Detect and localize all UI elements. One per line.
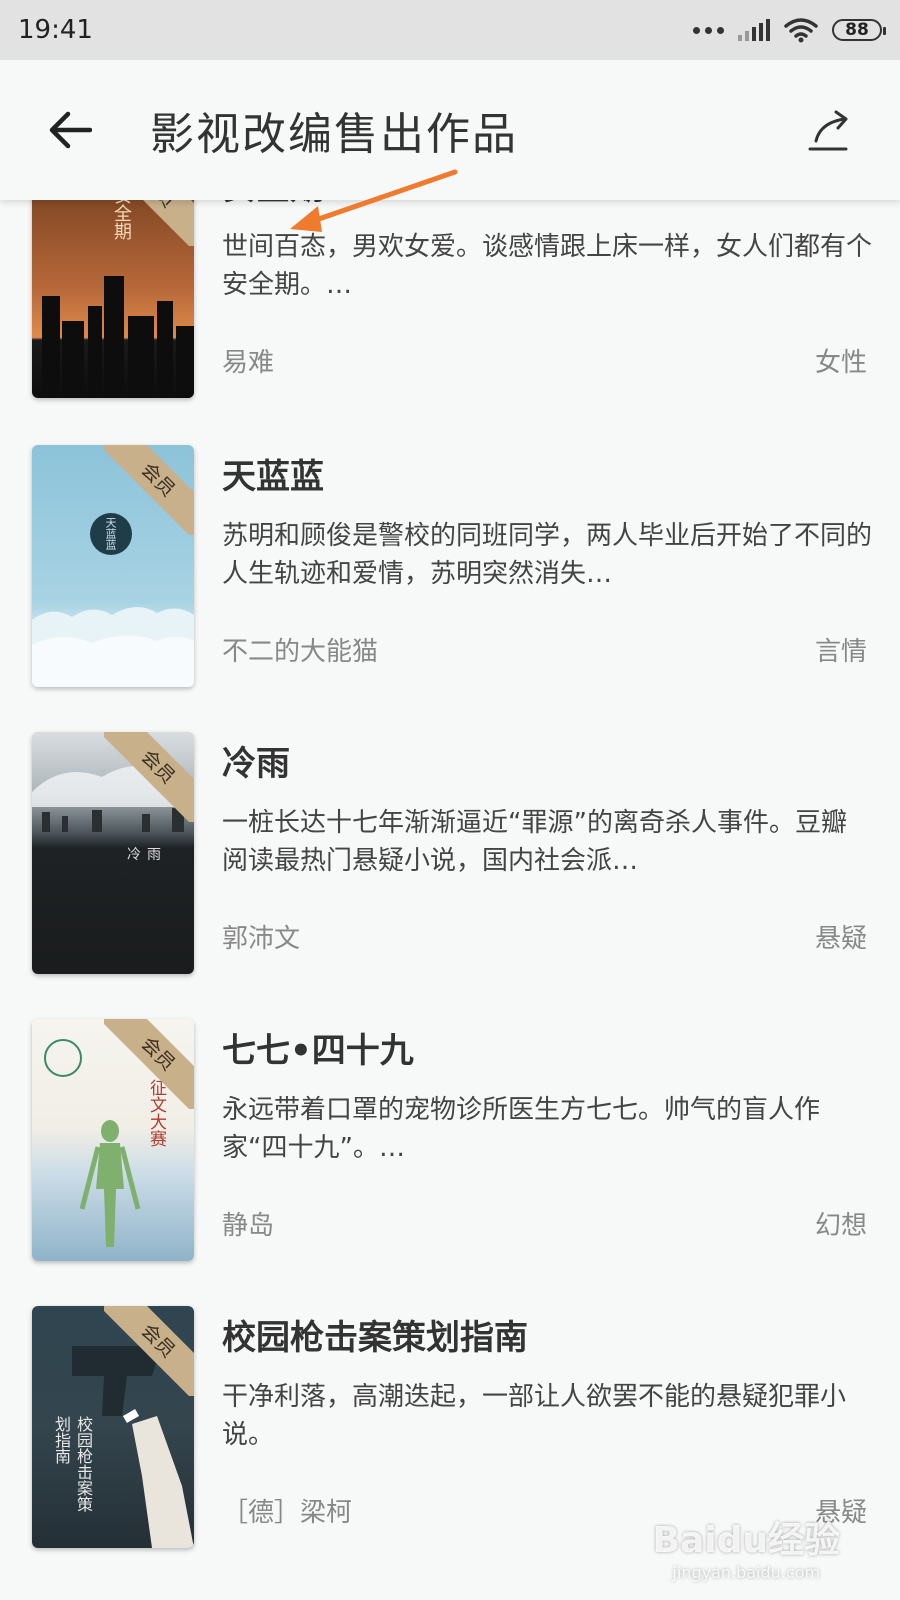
vip-badge: 会员 [104,445,194,535]
list-item[interactable]: 天蓝蓝 会员 天蓝蓝 苏明和顾俊是警校的同班同学，两人毕业后开始了不同的人生轨迹… [0,445,900,705]
more-notifications-icon [693,26,724,34]
battery-icon: 88 [832,19,886,41]
battery-level: 88 [845,20,869,40]
baidu-watermark: Baidu经验 jingyan.baidu.com [653,1511,840,1582]
back-button[interactable] [40,100,100,160]
watermark-logo: Baidu经验 [652,1520,840,1561]
vip-badge: 会员 [104,732,194,822]
book-genre: 悬疑 [814,924,867,954]
cell-signal-icon [738,19,770,41]
book-description: 苏明和顾俊是警校的同班同学，两人毕业后开始了不同的人生轨迹和爱情，苏明突然消失… [222,521,873,589]
vip-badge: 会员 [104,1306,194,1396]
book-cover: 征文大赛 会员 [32,1019,194,1261]
share-icon [808,110,848,151]
wifi-icon [784,18,818,43]
cover-title: 冷雨 [127,847,167,863]
watermark-url: jingyan.baidu.com [672,1563,821,1582]
book-author[interactable]: 郭沛文 [222,918,300,955]
status-time: 19:41 [18,15,93,45]
book-description: 永远带着口罩的宠物诊所医生方七七。帅气的盲人作家“四十九”。… [222,1095,821,1163]
book-description: 干净利落，高潮迭起，一部让人欲罢不能的悬疑犯罪小说。 [222,1382,847,1450]
status-icons: 88 [693,17,886,43]
book-author[interactable]: 易难 [222,342,274,379]
book-genre: 言情 [814,637,867,667]
app-bar: 影视改编售出作品 [0,60,900,200]
book-cover: 校园枪击案策划指南 会员 [32,1306,194,1548]
back-arrow-icon [49,111,92,149]
book-description: 世间百态，男欢女爱。谈感情跟上床一样，女人们都有个安全期。… [222,232,873,300]
book-author[interactable]: 不二的大能猫 [222,631,378,668]
book-cover: 冷雨 会员 [32,732,194,974]
status-bar: 19:41 88 [0,0,900,60]
book-genre: 女性 [814,348,867,378]
list-item[interactable]: 冷雨 会员 冷雨 一桩长达十七年渐渐逼近“罪源”的离奇杀人事件。豆瓣阅读最热门悬… [0,732,900,992]
book-title: 七七•四十九 [222,1031,414,1071]
book-title: 冷雨 [222,744,290,784]
book-author[interactable]: 静岛 [222,1205,274,1242]
list-item[interactable]: 征文大赛 会员 七七•四十九 永远带着口罩的宠物诊所医生方七七。帅气的盲人作家“… [0,1019,900,1279]
book-genre: 幻想 [814,1211,867,1241]
book-cover: 天蓝蓝 会员 [32,445,194,687]
share-button[interactable] [800,100,860,160]
book-title: 天蓝蓝 [222,457,324,497]
book-title: 校园枪击案策划指南 [222,1318,528,1358]
book-author[interactable]: ［德］梁柯 [222,1492,352,1529]
book-description: 一桩长达十七年渐渐逼近“罪源”的离奇杀人事件。豆瓣阅读最热门悬疑小说，国内社会派… [222,808,847,876]
book-list: 安全期 会员 安全期 世间百态，男欢女爱。谈感情跟上床一样，女人们都有个安全期。… [0,0,900,1600]
vip-badge: 会员 [104,1019,194,1109]
page-title: 影视改编售出作品 [150,109,518,160]
cover-title: 校园枪击案策划指南 [52,1416,93,1512]
